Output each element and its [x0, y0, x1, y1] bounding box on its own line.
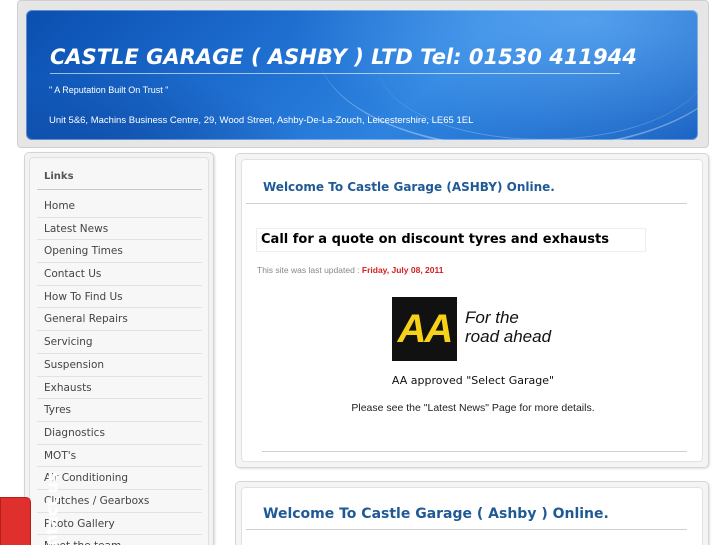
sidebar-item-opening-times[interactable]: Opening Times [37, 240, 202, 264]
aa-slogan-line1: For the [465, 308, 519, 327]
welcome-panel-secondary: Welcome To Castle Garage ( Ashby ) Onlin… [235, 481, 709, 545]
welcome-title-secondary: Welcome To Castle Garage ( Ashby ) Onlin… [263, 506, 609, 522]
sidebar-item-meet-the-team[interactable]: Meet the team [37, 535, 202, 545]
sidebar-item-servicing[interactable]: Servicing [37, 331, 202, 354]
sidebar-heading: Links [44, 171, 74, 182]
sidebar-item-diagnostics[interactable]: Diagnostics [37, 422, 202, 445]
contact-us-tab[interactable]: Contact us [0, 472, 62, 545]
sidebar-item-suspension[interactable]: Suspension [37, 354, 202, 377]
last-updated-label: This site was last updated : [257, 265, 360, 275]
last-updated-line: This site was last updated : Friday, Jul… [257, 265, 444, 275]
sidebar-item-latest-news[interactable]: Latest News [37, 218, 202, 241]
site-address: Unit 5&6, Machins Business Centre, 29, W… [49, 115, 474, 126]
sidebar-item-how-to-find-us[interactable]: How To Find Us [37, 286, 202, 309]
see-latest-news-text: Please see the "Latest News" Page for mo… [351, 402, 595, 414]
aa-logo-text: AA [397, 307, 454, 351]
aa-slogan-line2: road ahead [465, 327, 552, 346]
last-updated-date: Friday, July 08, 2011 [361, 265, 444, 275]
sidebar-item-home[interactable]: Home [37, 195, 202, 218]
sidebar-item-clutches-gearboxs[interactable]: Clutches / Gearboxs [37, 490, 202, 513]
sidebar-item-exhausts[interactable]: Exhausts [37, 377, 202, 400]
contact-us-tab-label: Contact us [42, 472, 62, 545]
welcome-title-divider [246, 203, 687, 204]
sidebar-nav: Home Latest News Opening Times Contact U… [37, 195, 202, 545]
welcome-title: Welcome To Castle Garage (ASHBY) Online. [263, 180, 555, 194]
welcome-title-secondary-divider [246, 529, 687, 530]
sidebar-item-contact-us[interactable]: Contact Us [37, 263, 202, 286]
sidebar-item-mots[interactable]: MOT's [37, 445, 202, 468]
site-slogan: " A Reputation Built On Trust " [49, 85, 169, 95]
sidebar-item-air-conditioning[interactable]: Air Conditioning [37, 467, 202, 490]
quote-callout: Call for a quote on discount tyres and e… [256, 228, 646, 252]
aa-approved-text: AA approved "Select Garage" [391, 374, 555, 387]
aa-logo: AA [392, 297, 457, 361]
sidebar-item-photo-gallery[interactable]: Photo Gallery [37, 513, 202, 536]
welcome-panel: Welcome To Castle Garage (ASHBY) Online.… [235, 153, 709, 468]
sidebar-item-tyres[interactable]: Tyres [37, 399, 202, 422]
sidebar-divider [37, 189, 202, 190]
site-title: CASTLE GARAGE ( ASHBY ) LTD Tel: 01530 4… [50, 45, 637, 74]
sidebar-item-general-repairs[interactable]: General Repairs [37, 308, 202, 332]
welcome-panel-divider [262, 451, 687, 452]
aa-slogan: For the road ahead [465, 308, 551, 346]
